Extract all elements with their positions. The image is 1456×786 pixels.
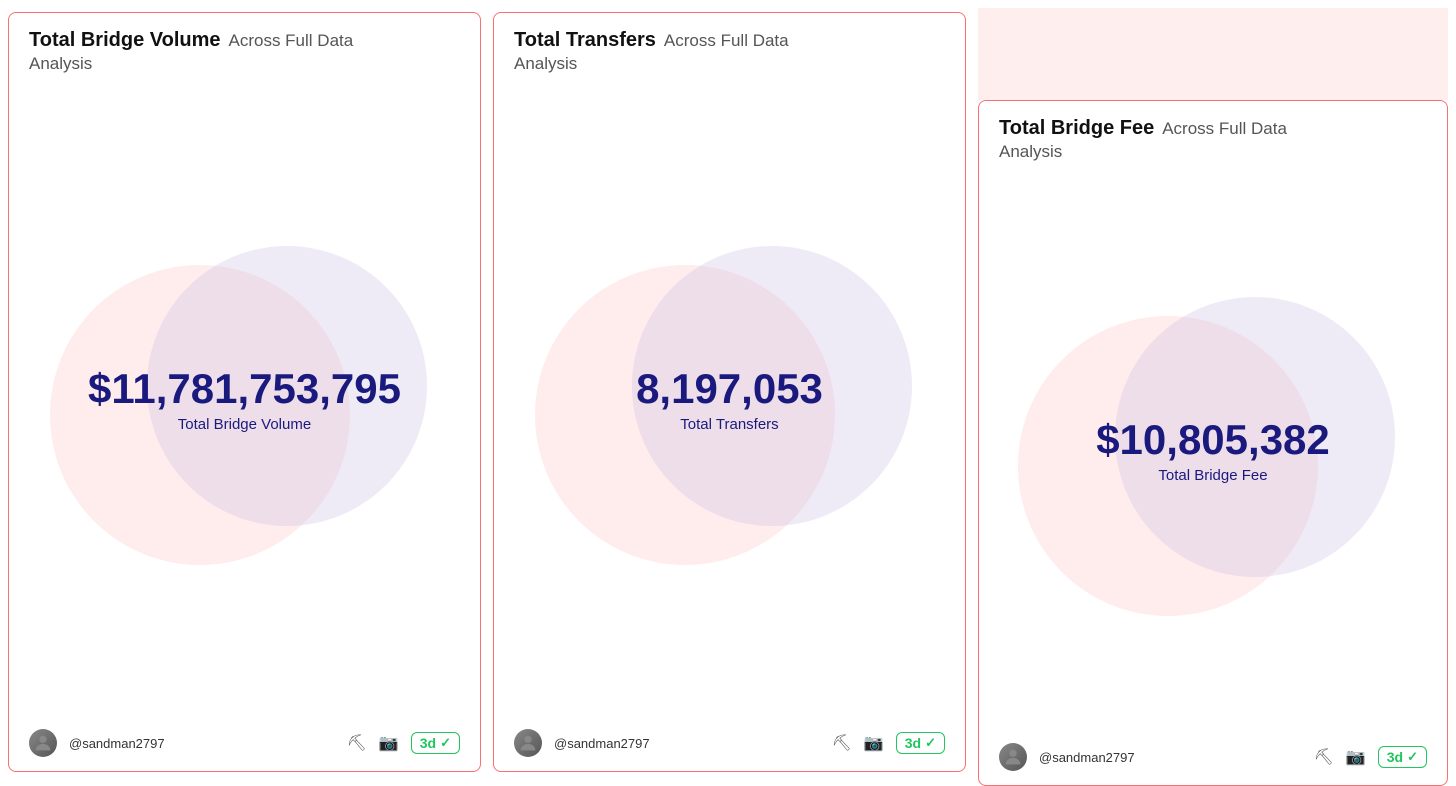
fork-icon[interactable]: ⛏ [347,733,367,753]
value-wrapper: $11,781,753,795 Total Bridge Volume [88,366,401,433]
check-icon: ✓ [1407,749,1418,765]
card-title-bold: Total Transfers [514,29,656,52]
card-title-light: Across Full Data [229,31,354,51]
footer-icons: ⛏ 📷 3d ✓ [1314,746,1427,768]
card-value-label: Total Transfers [636,416,823,433]
avatar [29,729,57,757]
username: @sandman2797 [69,736,335,751]
card-body: $10,805,382 Total Bridge Fee [979,170,1447,731]
card-subtitle: Analysis [514,54,945,74]
card-footer: @sandman2797 ⛏ 📷 3d ✓ [494,717,965,771]
card-body: 8,197,053 Total Transfers [494,82,965,717]
badge-label: 3d [420,735,436,751]
value-wrapper: $10,805,382 Total Bridge Fee [1096,417,1330,484]
card-value-label: Total Bridge Fee [1096,467,1330,484]
card-value: $10,805,382 [1096,417,1330,463]
fork-icon[interactable]: ⛏ [832,733,852,753]
card-subtitle: Analysis [29,54,460,74]
avatar [514,729,542,757]
card-title-light: Across Full Data [664,31,789,51]
card-body: $11,781,753,795 Total Bridge Volume [9,82,480,717]
fork-icon[interactable]: ⛏ [1314,747,1334,767]
badge-label: 3d [905,735,921,751]
value-wrapper: 8,197,053 Total Transfers [636,366,823,433]
username: @sandman2797 [554,736,820,751]
card-footer: @sandman2797 ⛏ 📷 3d ✓ [979,731,1447,785]
camera-icon[interactable]: 📷 [864,733,884,753]
card-title-bold: Total Bridge Fee [999,117,1154,140]
badge: 3d ✓ [411,732,460,754]
username: @sandman2797 [1039,750,1302,765]
card-value-label: Total Bridge Volume [88,416,401,433]
card-header: Total Bridge Volume Across Full Data Ana… [9,13,480,82]
camera-icon[interactable]: 📷 [1346,747,1366,767]
badge: 3d ✓ [896,732,945,754]
check-icon: ✓ [440,735,451,751]
card-value: $11,781,753,795 [88,366,401,412]
card-footer: @sandman2797 ⛏ 📷 3d ✓ [9,717,480,771]
footer-icons: ⛏ 📷 3d ✓ [832,732,945,754]
camera-icon[interactable]: 📷 [379,733,399,753]
bridge-fee-card: Total Bridge Fee Across Full Data Analys… [978,100,1448,786]
check-icon: ✓ [925,735,936,751]
footer-icons: ⛏ 📷 3d ✓ [347,732,460,754]
card-value: 8,197,053 [636,366,823,412]
card-title-light: Across Full Data [1162,119,1287,139]
card-subtitle: Analysis [999,142,1427,162]
bridge-fee-card-wrapper: Total Bridge Fee Across Full Data Analys… [978,8,1448,786]
avatar [999,743,1027,771]
card-title-bold: Total Bridge Volume [29,29,221,52]
total-transfers-card: Total Transfers Across Full Data Analysi… [493,12,966,772]
bridge-volume-card: Total Bridge Volume Across Full Data Ana… [8,12,481,772]
card-header: Total Bridge Fee Across Full Data Analys… [979,101,1447,170]
card-header: Total Transfers Across Full Data Analysi… [494,13,965,82]
card-top-bleed [978,8,1448,100]
badge: 3d ✓ [1378,746,1427,768]
badge-label: 3d [1387,749,1403,765]
